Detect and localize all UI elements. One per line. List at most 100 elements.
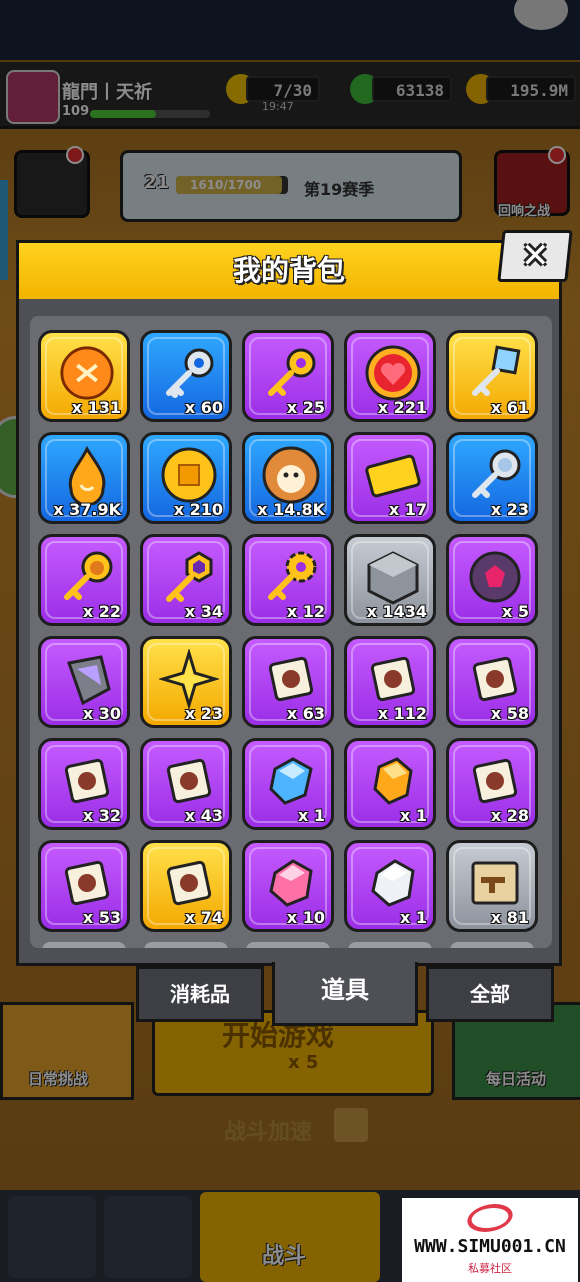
item-quantity: x 112 xyxy=(377,704,427,723)
item-quantity: x 17 xyxy=(388,500,427,519)
item-slot-puzzle-piece-1[interactable]: x 63 xyxy=(242,636,334,728)
pink-gem-icon xyxy=(261,853,321,913)
item-slot-pet-key[interactable]: x 23 xyxy=(446,432,538,524)
item-slot-bear-key[interactable]: x 22 xyxy=(38,534,130,626)
item-quantity: x 28 xyxy=(490,806,529,825)
puzzle-piece-icon xyxy=(363,649,423,709)
gem-rock-icon xyxy=(465,547,525,607)
item-slot-amber-gem[interactable]: x 1 xyxy=(344,738,436,830)
item-quantity: x 1 xyxy=(399,806,427,825)
crystal-key-icon xyxy=(465,343,525,403)
puzzle-piece-icon xyxy=(57,751,117,811)
item-quantity: x 1 xyxy=(399,908,427,927)
puzzle-piece-icon xyxy=(261,649,321,709)
item-slot-gear-key[interactable]: x 12 xyxy=(242,534,334,626)
silver-key-icon xyxy=(159,343,219,403)
gold-ticket-icon xyxy=(363,445,423,505)
item-slot-puzzle-piece-2[interactable]: x 112 xyxy=(344,636,436,728)
item-quantity: x 81 xyxy=(490,908,529,927)
item-slot-puzzle-piece-6[interactable]: x 28 xyxy=(446,738,538,830)
orange-coin-icon xyxy=(57,343,117,403)
flame-drop-icon xyxy=(57,445,117,505)
puzzle-piece-icon xyxy=(57,853,117,913)
dark-crystal-icon xyxy=(57,649,117,709)
bear-key-icon xyxy=(57,547,117,607)
item-quantity: x 53 xyxy=(82,908,121,927)
item-quantity: x 23 xyxy=(184,704,223,723)
cube-stone-icon xyxy=(363,547,423,607)
item-slot-white-gem[interactable]: x 1 xyxy=(344,840,436,932)
watermark-text: WWW.SIMU001.CN xyxy=(414,1236,566,1257)
item-slot-orange-token[interactable]: x 131 xyxy=(38,330,130,422)
item-slot-weapon-blueprint[interactable]: x 81 xyxy=(446,840,538,932)
item-quantity: x 14.8K xyxy=(257,500,325,519)
bag-title: 我的背包 xyxy=(232,254,345,287)
status-bar-area xyxy=(0,0,580,60)
gold-coin-icon xyxy=(159,445,219,505)
watermark-subtext: 私募社区 xyxy=(468,1262,512,1275)
close-button[interactable]: ✕ xyxy=(497,230,573,282)
close-icon: ✕ xyxy=(520,236,550,276)
item-slot-puzzle-piece-5[interactable]: x 43 xyxy=(140,738,232,830)
item-grid-container[interactable]: x 131 x 60 x 25 x 221 x 61 x 37.9K x 210 x 14.8… xyxy=(30,316,552,948)
white-gem-icon xyxy=(363,853,423,913)
star-shard-icon xyxy=(159,649,219,709)
item-slot-star-shard[interactable]: x 23 xyxy=(140,636,232,728)
item-slot-flame-essence[interactable]: x 37.9K xyxy=(38,432,130,524)
pet-key-icon xyxy=(465,445,525,505)
item-slot-cube-stone[interactable]: x 1434 xyxy=(344,534,436,626)
item-slot-blue-gem[interactable]: x 1 xyxy=(242,738,334,830)
item-slot-gold-ticket[interactable]: x 17 xyxy=(344,432,436,524)
puzzle-piece-icon xyxy=(465,649,525,709)
item-quantity: x 131 xyxy=(71,398,121,417)
puzzle-piece-icon xyxy=(159,751,219,811)
item-slot-hex-key[interactable]: x 34 xyxy=(140,534,232,626)
item-quantity: x 30 xyxy=(82,704,121,723)
heart-orb-icon xyxy=(363,343,423,403)
item-quantity: x 63 xyxy=(286,704,325,723)
item-slot-puzzle-piece-4[interactable]: x 32 xyxy=(38,738,130,830)
watermark-mark-icon xyxy=(462,1204,518,1232)
item-quantity: x 25 xyxy=(286,398,325,417)
tab-all[interactable]: 全部 xyxy=(426,966,554,1022)
tab-items[interactable]: 道具 xyxy=(272,962,418,1026)
item-quantity: x 22 xyxy=(82,602,121,621)
scroll-icon xyxy=(465,853,525,913)
item-quantity: x 12 xyxy=(286,602,325,621)
item-slot-pink-gem[interactable]: x 10 xyxy=(242,840,334,932)
item-quantity: x 34 xyxy=(184,602,223,621)
item-slot-gold-key[interactable]: x 25 xyxy=(242,330,334,422)
item-slot-gem-rock[interactable]: x 5 xyxy=(446,534,538,626)
item-quantity: x 61 xyxy=(490,398,529,417)
item-quantity: x 74 xyxy=(184,908,223,927)
item-quantity: x 1 xyxy=(297,806,325,825)
item-slot-crystal-key[interactable]: x 61 xyxy=(446,330,538,422)
item-slot-gold-coin[interactable]: x 210 xyxy=(140,432,232,524)
watermark-logo: WWW.SIMU001.CN 私募社区 xyxy=(402,1198,578,1282)
item-quantity: x 60 xyxy=(184,398,223,417)
item-slot-heart-orb[interactable]: x 221 xyxy=(344,330,436,422)
item-slot-puzzle-piece-7[interactable]: x 53 xyxy=(38,840,130,932)
item-slot-puzzle-piece-3[interactable]: x 58 xyxy=(446,636,538,728)
tab-consumables[interactable]: 消耗品 xyxy=(136,966,264,1022)
dog-medal-icon xyxy=(261,445,321,505)
item-grid: x 131 x 60 x 25 x 221 x 61 x 37.9K x 210 x 14.8… xyxy=(38,330,538,932)
item-quantity: x 10 xyxy=(286,908,325,927)
item-slot-dog-medal[interactable]: x 14.8K xyxy=(242,432,334,524)
puzzle-piece-icon xyxy=(465,751,525,811)
gold-key-icon xyxy=(261,343,321,403)
item-quantity: x 23 xyxy=(490,500,529,519)
item-quantity: x 221 xyxy=(377,398,427,417)
puzzle-piece-icon xyxy=(159,853,219,913)
hex-key-icon xyxy=(159,547,219,607)
blue-gem-icon xyxy=(261,751,321,811)
amber-gem-icon xyxy=(363,751,423,811)
item-quantity: x 32 xyxy=(82,806,121,825)
item-quantity: x 43 xyxy=(184,806,223,825)
item-slot-silver-key[interactable]: x 60 xyxy=(140,330,232,422)
item-quantity: x 1434 xyxy=(366,602,427,621)
item-slot-puzzle-piece-8[interactable]: x 74 xyxy=(140,840,232,932)
item-quantity: x 37.9K xyxy=(53,500,121,519)
item-slot-dark-crystal[interactable]: x 30 xyxy=(38,636,130,728)
item-quantity: x 210 xyxy=(173,500,223,519)
